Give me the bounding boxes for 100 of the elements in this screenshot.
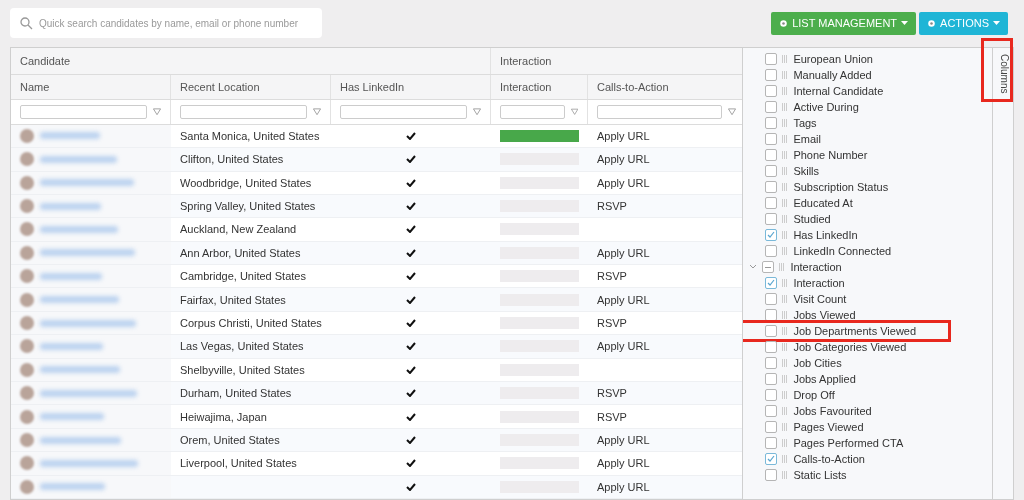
drag-handle-icon[interactable] bbox=[782, 71, 789, 79]
blurred-name[interactable] bbox=[40, 436, 121, 444]
drag-handle-icon[interactable] bbox=[782, 135, 789, 143]
drag-handle-icon[interactable] bbox=[782, 167, 789, 175]
checkbox[interactable] bbox=[765, 165, 778, 177]
filter-field[interactable] bbox=[180, 104, 307, 119]
column-label: Skills bbox=[793, 165, 820, 177]
drag-handle-icon[interactable] bbox=[779, 263, 786, 271]
column-header[interactable]: Recent Location bbox=[171, 74, 331, 100]
drag-handle-icon[interactable] bbox=[782, 343, 789, 351]
drag-handle-icon[interactable] bbox=[782, 199, 789, 207]
checkbox[interactable] bbox=[765, 389, 778, 401]
checkbox[interactable] bbox=[765, 197, 778, 209]
checkbox[interactable] bbox=[765, 293, 778, 305]
checkbox[interactable] bbox=[765, 117, 778, 129]
drag-handle-icon[interactable] bbox=[782, 231, 789, 239]
checkbox[interactable] bbox=[765, 133, 778, 145]
search-field[interactable]: Quick search candidates by name, email or phone number bbox=[10, 8, 322, 38]
blurred-name[interactable] bbox=[40, 319, 136, 327]
column-label: Active During bbox=[793, 101, 859, 113]
column-label: Phone Number bbox=[793, 149, 868, 161]
column-header[interactable]: Name bbox=[11, 74, 171, 100]
location-text: Ann Arbor, United States bbox=[180, 246, 301, 259]
drag-handle-icon[interactable] bbox=[782, 103, 789, 111]
checkbox[interactable] bbox=[765, 421, 778, 433]
checkbox[interactable] bbox=[765, 101, 778, 113]
blurred-name[interactable] bbox=[40, 483, 105, 491]
checkbox[interactable] bbox=[765, 437, 778, 449]
drag-handle-icon[interactable] bbox=[782, 87, 789, 95]
checkbox[interactable] bbox=[765, 69, 778, 81]
blurred-name[interactable] bbox=[40, 272, 102, 280]
column-label: Email bbox=[793, 133, 821, 145]
checkbox[interactable] bbox=[762, 261, 775, 273]
drag-handle-icon[interactable] bbox=[782, 183, 789, 191]
checkbox[interactable] bbox=[765, 277, 778, 289]
filter-field[interactable] bbox=[597, 104, 722, 119]
filter-icon[interactable] bbox=[152, 107, 161, 116]
drag-handle-icon[interactable] bbox=[782, 359, 789, 367]
drag-handle-icon[interactable] bbox=[782, 151, 789, 159]
checkbox[interactable] bbox=[765, 181, 778, 193]
drag-handle-icon[interactable] bbox=[782, 311, 789, 319]
drag-handle-icon[interactable] bbox=[782, 55, 789, 63]
drag-handle-icon[interactable] bbox=[782, 375, 789, 383]
filter-field[interactable] bbox=[340, 104, 467, 119]
cta-text: RSVP bbox=[597, 270, 627, 283]
checkbox[interactable] bbox=[765, 325, 778, 337]
location-text: Clifton, United States bbox=[180, 153, 284, 166]
drag-handle-icon[interactable] bbox=[782, 455, 789, 463]
checkbox[interactable] bbox=[765, 245, 778, 257]
column-header[interactable]: Interaction bbox=[491, 74, 588, 100]
drag-handle-icon[interactable] bbox=[782, 247, 789, 255]
blurred-name[interactable] bbox=[40, 296, 119, 304]
drag-handle-icon[interactable] bbox=[782, 471, 789, 479]
cta-text: Apply URL bbox=[597, 129, 650, 142]
drag-handle-icon[interactable] bbox=[782, 295, 789, 303]
blurred-name[interactable] bbox=[40, 179, 134, 187]
checkbox[interactable] bbox=[765, 453, 778, 465]
drag-handle-icon[interactable] bbox=[782, 423, 789, 431]
location-text: Las Vegas, United States bbox=[180, 340, 304, 353]
checkbox[interactable] bbox=[765, 341, 778, 353]
blurred-name[interactable] bbox=[40, 413, 104, 421]
checkbox[interactable] bbox=[765, 213, 778, 225]
blurred-name[interactable] bbox=[40, 155, 117, 163]
checkbox[interactable] bbox=[765, 149, 778, 161]
checkbox[interactable] bbox=[765, 373, 778, 385]
checkbox[interactable] bbox=[765, 469, 778, 481]
blurred-name[interactable] bbox=[40, 459, 138, 467]
blurred-name[interactable] bbox=[40, 249, 135, 257]
checkbox[interactable] bbox=[765, 405, 778, 417]
drag-handle-icon[interactable] bbox=[782, 327, 789, 335]
blurred-name[interactable] bbox=[40, 226, 118, 233]
blurred-name[interactable] bbox=[40, 389, 137, 397]
checkbox[interactable] bbox=[765, 85, 778, 97]
checkbox[interactable] bbox=[765, 357, 778, 369]
drag-handle-icon[interactable] bbox=[782, 279, 789, 287]
blurred-name[interactable] bbox=[40, 366, 120, 374]
columns-tab[interactable]: Columns bbox=[993, 48, 1013, 101]
drag-handle-icon[interactable] bbox=[782, 119, 789, 127]
drag-handle-icon[interactable] bbox=[782, 439, 789, 447]
blurred-name[interactable] bbox=[40, 342, 103, 350]
filter-icon[interactable] bbox=[570, 107, 578, 116]
filter-icon[interactable] bbox=[472, 107, 481, 116]
checkbox[interactable] bbox=[765, 53, 778, 65]
chevron-icon[interactable] bbox=[749, 264, 758, 270]
drag-handle-icon[interactable] bbox=[782, 391, 789, 399]
caret-icon bbox=[993, 21, 1000, 25]
blurred-name[interactable] bbox=[40, 132, 100, 140]
checkbox[interactable] bbox=[765, 309, 778, 321]
filter-icon[interactable] bbox=[727, 107, 736, 116]
column-label: Job Cities bbox=[793, 357, 842, 369]
filter-icon[interactable] bbox=[312, 107, 321, 116]
column-header[interactable]: Has LinkedIn bbox=[331, 74, 491, 100]
blurred-name[interactable] bbox=[40, 202, 101, 210]
checkbox[interactable] bbox=[765, 229, 778, 241]
cta-text: RSVP bbox=[597, 387, 627, 400]
drag-handle-icon[interactable] bbox=[782, 215, 789, 223]
search-input[interactable]: Quick search candidates by name, email or phone number bbox=[39, 17, 312, 29]
filter-field[interactable] bbox=[20, 104, 147, 119]
filter-field[interactable] bbox=[500, 104, 565, 119]
drag-handle-icon[interactable] bbox=[782, 407, 789, 415]
